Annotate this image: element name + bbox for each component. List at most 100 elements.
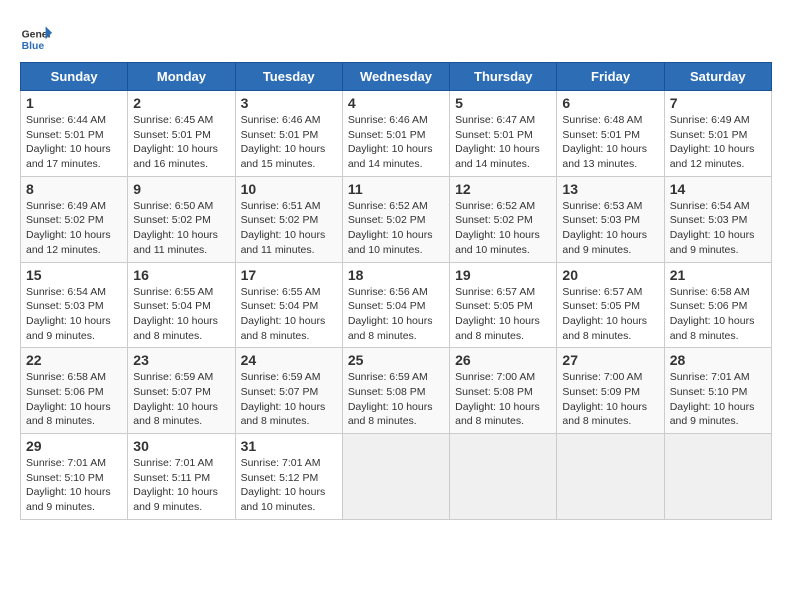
day-number: 14 [670, 181, 766, 197]
day-number: 21 [670, 267, 766, 283]
day-info: Sunrise: 6:57 AMSunset: 5:05 PMDaylight:… [562, 286, 647, 342]
calendar-week-2: 8 Sunrise: 6:49 AMSunset: 5:02 PMDayligh… [21, 176, 772, 262]
calendar-cell: 9 Sunrise: 6:50 AMSunset: 5:02 PMDayligh… [128, 176, 235, 262]
day-number: 1 [26, 95, 122, 111]
header-saturday: Saturday [664, 63, 771, 91]
calendar-cell: 17 Sunrise: 6:55 AMSunset: 5:04 PMDaylig… [235, 262, 342, 348]
day-number: 13 [562, 181, 658, 197]
calendar-cell: 18 Sunrise: 6:56 AMSunset: 5:04 PMDaylig… [342, 262, 449, 348]
day-info: Sunrise: 6:55 AMSunset: 5:04 PMDaylight:… [241, 286, 326, 342]
day-number: 11 [348, 181, 444, 197]
day-number: 8 [26, 181, 122, 197]
calendar-cell: 29 Sunrise: 7:01 AMSunset: 5:10 PMDaylig… [21, 434, 128, 520]
header-wednesday: Wednesday [342, 63, 449, 91]
day-number: 5 [455, 95, 551, 111]
day-info: Sunrise: 6:53 AMSunset: 5:03 PMDaylight:… [562, 200, 647, 256]
day-info: Sunrise: 6:49 AMSunset: 5:02 PMDaylight:… [26, 200, 111, 256]
svg-text:Blue: Blue [22, 41, 45, 52]
day-info: Sunrise: 6:59 AMSunset: 5:07 PMDaylight:… [241, 371, 326, 427]
day-info: Sunrise: 6:55 AMSunset: 5:04 PMDaylight:… [133, 286, 218, 342]
calendar-cell [342, 434, 449, 520]
day-number: 10 [241, 181, 337, 197]
calendar-week-1: 1 Sunrise: 6:44 AMSunset: 5:01 PMDayligh… [21, 91, 772, 177]
calendar-cell: 21 Sunrise: 6:58 AMSunset: 5:06 PMDaylig… [664, 262, 771, 348]
calendar-cell: 19 Sunrise: 6:57 AMSunset: 5:05 PMDaylig… [450, 262, 557, 348]
day-number: 3 [241, 95, 337, 111]
day-number: 23 [133, 352, 229, 368]
day-info: Sunrise: 6:51 AMSunset: 5:02 PMDaylight:… [241, 200, 326, 256]
day-info: Sunrise: 6:54 AMSunset: 5:03 PMDaylight:… [26, 286, 111, 342]
day-number: 12 [455, 181, 551, 197]
calendar-cell: 2 Sunrise: 6:45 AMSunset: 5:01 PMDayligh… [128, 91, 235, 177]
calendar-cell: 4 Sunrise: 6:46 AMSunset: 5:01 PMDayligh… [342, 91, 449, 177]
calendar-week-3: 15 Sunrise: 6:54 AMSunset: 5:03 PMDaylig… [21, 262, 772, 348]
day-number: 7 [670, 95, 766, 111]
day-number: 25 [348, 352, 444, 368]
day-info: Sunrise: 6:54 AMSunset: 5:03 PMDaylight:… [670, 200, 755, 256]
calendar-cell [557, 434, 664, 520]
calendar-cell: 27 Sunrise: 7:00 AMSunset: 5:09 PMDaylig… [557, 348, 664, 434]
day-info: Sunrise: 6:56 AMSunset: 5:04 PMDaylight:… [348, 286, 433, 342]
day-info: Sunrise: 6:47 AMSunset: 5:01 PMDaylight:… [455, 114, 540, 170]
day-info: Sunrise: 6:58 AMSunset: 5:06 PMDaylight:… [670, 286, 755, 342]
header-thursday: Thursday [450, 63, 557, 91]
day-info: Sunrise: 6:45 AMSunset: 5:01 PMDaylight:… [133, 114, 218, 170]
day-number: 31 [241, 438, 337, 454]
calendar-cell: 14 Sunrise: 6:54 AMSunset: 5:03 PMDaylig… [664, 176, 771, 262]
day-info: Sunrise: 6:58 AMSunset: 5:06 PMDaylight:… [26, 371, 111, 427]
day-number: 29 [26, 438, 122, 454]
day-number: 20 [562, 267, 658, 283]
day-number: 2 [133, 95, 229, 111]
calendar-cell [664, 434, 771, 520]
day-info: Sunrise: 6:44 AMSunset: 5:01 PMDaylight:… [26, 114, 111, 170]
header-tuesday: Tuesday [235, 63, 342, 91]
day-info: Sunrise: 6:48 AMSunset: 5:01 PMDaylight:… [562, 114, 647, 170]
calendar-cell: 10 Sunrise: 6:51 AMSunset: 5:02 PMDaylig… [235, 176, 342, 262]
day-info: Sunrise: 6:52 AMSunset: 5:02 PMDaylight:… [348, 200, 433, 256]
calendar-cell: 12 Sunrise: 6:52 AMSunset: 5:02 PMDaylig… [450, 176, 557, 262]
calendar-cell: 5 Sunrise: 6:47 AMSunset: 5:01 PMDayligh… [450, 91, 557, 177]
calendar-cell: 16 Sunrise: 6:55 AMSunset: 5:04 PMDaylig… [128, 262, 235, 348]
day-number: 18 [348, 267, 444, 283]
day-number: 26 [455, 352, 551, 368]
day-number: 17 [241, 267, 337, 283]
logo: General Blue [20, 20, 52, 52]
day-info: Sunrise: 6:57 AMSunset: 5:05 PMDaylight:… [455, 286, 540, 342]
day-info: Sunrise: 6:46 AMSunset: 5:01 PMDaylight:… [348, 114, 433, 170]
calendar-cell: 3 Sunrise: 6:46 AMSunset: 5:01 PMDayligh… [235, 91, 342, 177]
day-info: Sunrise: 6:59 AMSunset: 5:07 PMDaylight:… [133, 371, 218, 427]
calendar-header-row: SundayMondayTuesdayWednesdayThursdayFrid… [21, 63, 772, 91]
day-number: 27 [562, 352, 658, 368]
calendar-table: SundayMondayTuesdayWednesdayThursdayFrid… [20, 62, 772, 520]
day-number: 22 [26, 352, 122, 368]
day-number: 15 [26, 267, 122, 283]
day-info: Sunrise: 6:46 AMSunset: 5:01 PMDaylight:… [241, 114, 326, 170]
day-number: 24 [241, 352, 337, 368]
calendar-cell: 30 Sunrise: 7:01 AMSunset: 5:11 PMDaylig… [128, 434, 235, 520]
calendar-week-4: 22 Sunrise: 6:58 AMSunset: 5:06 PMDaylig… [21, 348, 772, 434]
calendar-cell: 31 Sunrise: 7:01 AMSunset: 5:12 PMDaylig… [235, 434, 342, 520]
day-info: Sunrise: 6:59 AMSunset: 5:08 PMDaylight:… [348, 371, 433, 427]
calendar-cell: 6 Sunrise: 6:48 AMSunset: 5:01 PMDayligh… [557, 91, 664, 177]
calendar-week-5: 29 Sunrise: 7:01 AMSunset: 5:10 PMDaylig… [21, 434, 772, 520]
day-number: 9 [133, 181, 229, 197]
day-number: 19 [455, 267, 551, 283]
calendar-cell: 23 Sunrise: 6:59 AMSunset: 5:07 PMDaylig… [128, 348, 235, 434]
day-info: Sunrise: 7:01 AMSunset: 5:10 PMDaylight:… [670, 371, 755, 427]
calendar-cell: 11 Sunrise: 6:52 AMSunset: 5:02 PMDaylig… [342, 176, 449, 262]
day-info: Sunrise: 6:49 AMSunset: 5:01 PMDaylight:… [670, 114, 755, 170]
day-number: 30 [133, 438, 229, 454]
calendar-cell: 22 Sunrise: 6:58 AMSunset: 5:06 PMDaylig… [21, 348, 128, 434]
calendar-cell: 26 Sunrise: 7:00 AMSunset: 5:08 PMDaylig… [450, 348, 557, 434]
page-header: General Blue [20, 20, 772, 52]
day-info: Sunrise: 7:01 AMSunset: 5:11 PMDaylight:… [133, 457, 218, 513]
day-info: Sunrise: 7:01 AMSunset: 5:12 PMDaylight:… [241, 457, 326, 513]
day-info: Sunrise: 7:00 AMSunset: 5:09 PMDaylight:… [562, 371, 647, 427]
day-info: Sunrise: 6:50 AMSunset: 5:02 PMDaylight:… [133, 200, 218, 256]
calendar-cell: 25 Sunrise: 6:59 AMSunset: 5:08 PMDaylig… [342, 348, 449, 434]
calendar-cell: 20 Sunrise: 6:57 AMSunset: 5:05 PMDaylig… [557, 262, 664, 348]
day-info: Sunrise: 7:01 AMSunset: 5:10 PMDaylight:… [26, 457, 111, 513]
calendar-cell: 24 Sunrise: 6:59 AMSunset: 5:07 PMDaylig… [235, 348, 342, 434]
calendar-cell: 13 Sunrise: 6:53 AMSunset: 5:03 PMDaylig… [557, 176, 664, 262]
day-number: 6 [562, 95, 658, 111]
